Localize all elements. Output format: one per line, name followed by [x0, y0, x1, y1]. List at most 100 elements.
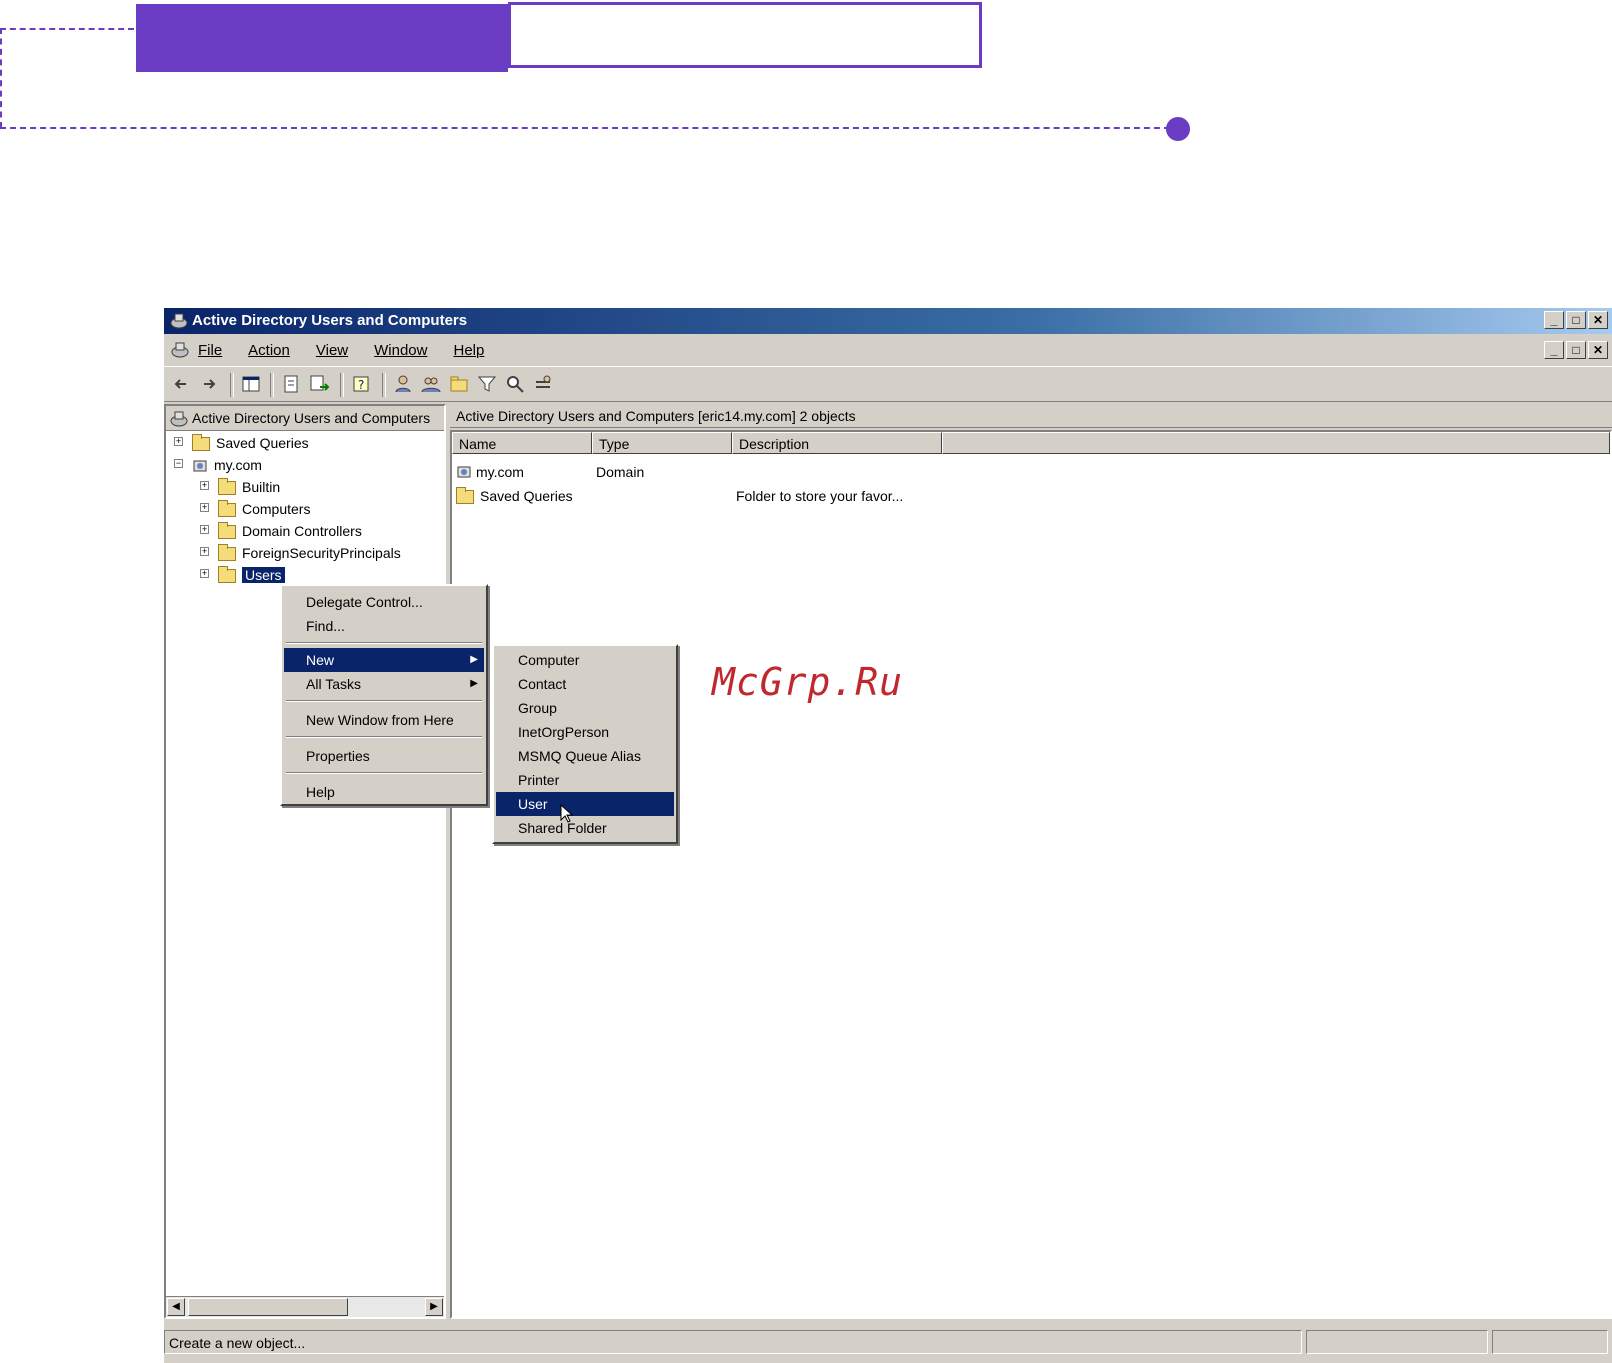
menu-item-all-tasks[interactable]: All Tasks ▶: [284, 672, 484, 696]
new-group-icon[interactable]: [420, 373, 442, 395]
menu-separator: [286, 700, 482, 702]
folder-icon: [218, 478, 236, 496]
toolbar-separator: [270, 373, 274, 397]
list-item[interactable]: Saved Queries Folder to store your favor…: [456, 484, 1056, 508]
results-list: Name Type Description my.com Domain Save…: [450, 430, 1612, 1319]
properties-icon[interactable]: [280, 373, 302, 395]
collapse-icon[interactable]: −: [174, 459, 183, 468]
decorative-dash-line-bottom: [0, 127, 1170, 129]
decorative-dash-line-top: [0, 28, 134, 30]
decorative-dash-line-left: [0, 28, 2, 128]
scroll-right-icon[interactable]: ▶: [425, 1298, 443, 1316]
menu-item-new[interactable]: New ▶: [284, 648, 484, 672]
tree-node-label: my.com: [214, 457, 262, 473]
tree-root-label: Active Directory Users and Computers: [192, 410, 431, 426]
submenu-arrow-icon: ▶: [470, 678, 478, 689]
results-pane: Active Directory Users and Computers [er…: [450, 404, 1612, 1319]
console-tree-pane: Active Directory Users and Computers + S…: [164, 404, 446, 1319]
submenu-item-computer[interactable]: Computer: [496, 648, 674, 672]
find-icon[interactable]: [504, 373, 526, 395]
tree-node-domain-controllers[interactable]: + Domain Controllers: [200, 520, 362, 542]
new-user-icon[interactable]: [392, 373, 414, 395]
tree-node-foreign-security-principals[interactable]: + ForeignSecurityPrincipals: [200, 542, 401, 564]
back-arrow-icon[interactable]: [170, 373, 192, 395]
menu-action[interactable]: Action: [248, 342, 290, 359]
mdi-restore-button[interactable]: □: [1566, 341, 1586, 359]
help-icon[interactable]: ?: [350, 373, 372, 395]
column-headers: Name Type Description: [452, 432, 1610, 454]
maximize-button[interactable]: □: [1566, 311, 1586, 329]
menu-item-help[interactable]: Help: [284, 780, 484, 804]
status-panel: [1306, 1330, 1488, 1354]
menu-bar: File Action View Window Help _ □ ✕: [164, 336, 1612, 364]
menu-item-all-tasks-label: All Tasks: [306, 676, 361, 692]
tree-node-label: Computers: [242, 501, 311, 517]
title-bar: Active Directory Users and Computers _ □…: [164, 308, 1612, 334]
filter-icon[interactable]: [476, 373, 498, 395]
expand-icon[interactable]: +: [200, 525, 209, 534]
menu-help[interactable]: Help: [453, 342, 484, 359]
list-item[interactable]: my.com Domain: [456, 460, 1056, 484]
add-to-group-icon[interactable]: [532, 373, 554, 395]
mdi-close-button[interactable]: ✕: [1588, 341, 1608, 359]
tree-root[interactable]: Active Directory Users and Computers: [166, 406, 444, 431]
submenu-item-user[interactable]: User: [496, 792, 674, 816]
expand-icon[interactable]: +: [174, 437, 183, 446]
status-bar: Create a new object...: [164, 1328, 1612, 1356]
submenu-item-inetorgperson[interactable]: InetOrgPerson: [496, 720, 674, 744]
menu-item-new-window[interactable]: New Window from Here: [284, 708, 484, 732]
folder-icon: [456, 487, 474, 504]
show-console-tree-icon[interactable]: [240, 373, 262, 395]
tree-node-computers[interactable]: + Computers: [200, 498, 310, 520]
menu-view[interactable]: View: [316, 342, 348, 359]
mdi-minimize-button[interactable]: _: [1544, 341, 1564, 359]
folder-icon: [218, 566, 236, 584]
expand-icon[interactable]: +: [200, 503, 209, 512]
domain-icon: [457, 466, 471, 478]
column-header-description[interactable]: Description: [732, 432, 942, 454]
column-header-filler: [942, 432, 1610, 454]
horizontal-scrollbar[interactable]: ◀ ▶: [166, 1296, 444, 1317]
expand-icon[interactable]: +: [200, 481, 209, 490]
tree-node-label: Domain Controllers: [242, 523, 362, 539]
tree-node-saved-queries[interactable]: + Saved Queries: [174, 432, 309, 454]
export-list-icon[interactable]: [308, 373, 330, 395]
expand-icon[interactable]: +: [200, 569, 209, 578]
menu-file[interactable]: File: [198, 342, 222, 359]
forward-arrow-icon[interactable]: [198, 373, 220, 395]
scroll-left-icon[interactable]: ◀: [167, 1298, 185, 1316]
results-header: Active Directory Users and Computers [er…: [450, 404, 1612, 428]
submenu-arrow-icon: ▶: [470, 654, 478, 665]
folder-icon: [192, 434, 210, 452]
tree-node-builtin[interactable]: + Builtin: [200, 476, 280, 498]
submenu-item-msmq-queue-alias[interactable]: MSMQ Queue Alias: [496, 744, 674, 768]
toolbar-separator: [382, 373, 386, 397]
new-submenu: Computer Contact Group InetOrgPerson MSM…: [492, 644, 678, 844]
submenu-item-shared-folder[interactable]: Shared Folder: [496, 816, 674, 840]
submenu-item-group[interactable]: Group: [496, 696, 674, 720]
column-header-type[interactable]: Type: [592, 432, 732, 454]
tree-node-domain[interactable]: − my.com: [174, 454, 262, 476]
list-item-description: Folder to store your favor...: [736, 488, 904, 504]
menu-window[interactable]: Window: [374, 342, 427, 359]
menu-separator: [286, 736, 482, 738]
tree-node-label: Builtin: [242, 479, 281, 495]
minimize-button[interactable]: _: [1544, 311, 1564, 329]
tree-node-users[interactable]: + Users: [200, 564, 285, 586]
menu-item-properties[interactable]: Properties: [284, 744, 484, 768]
mouse-cursor-icon: [560, 804, 574, 823]
expand-icon[interactable]: +: [200, 547, 209, 556]
column-header-name[interactable]: Name: [452, 432, 592, 454]
scroll-thumb[interactable]: [188, 1298, 348, 1316]
close-button[interactable]: ✕: [1588, 311, 1608, 329]
submenu-item-printer[interactable]: Printer: [496, 768, 674, 792]
new-ou-icon[interactable]: [448, 373, 470, 395]
folder-icon: [218, 544, 236, 562]
submenu-item-contact[interactable]: Contact: [496, 672, 674, 696]
window-controls: _ □ ✕: [1544, 311, 1608, 329]
folder-icon: [218, 522, 236, 540]
menu-item-delegate-control[interactable]: Delegate Control...: [284, 590, 484, 614]
svg-text:?: ?: [358, 378, 364, 392]
mdi-controls: _ □ ✕: [1544, 341, 1608, 359]
menu-item-find[interactable]: Find...: [284, 614, 484, 638]
